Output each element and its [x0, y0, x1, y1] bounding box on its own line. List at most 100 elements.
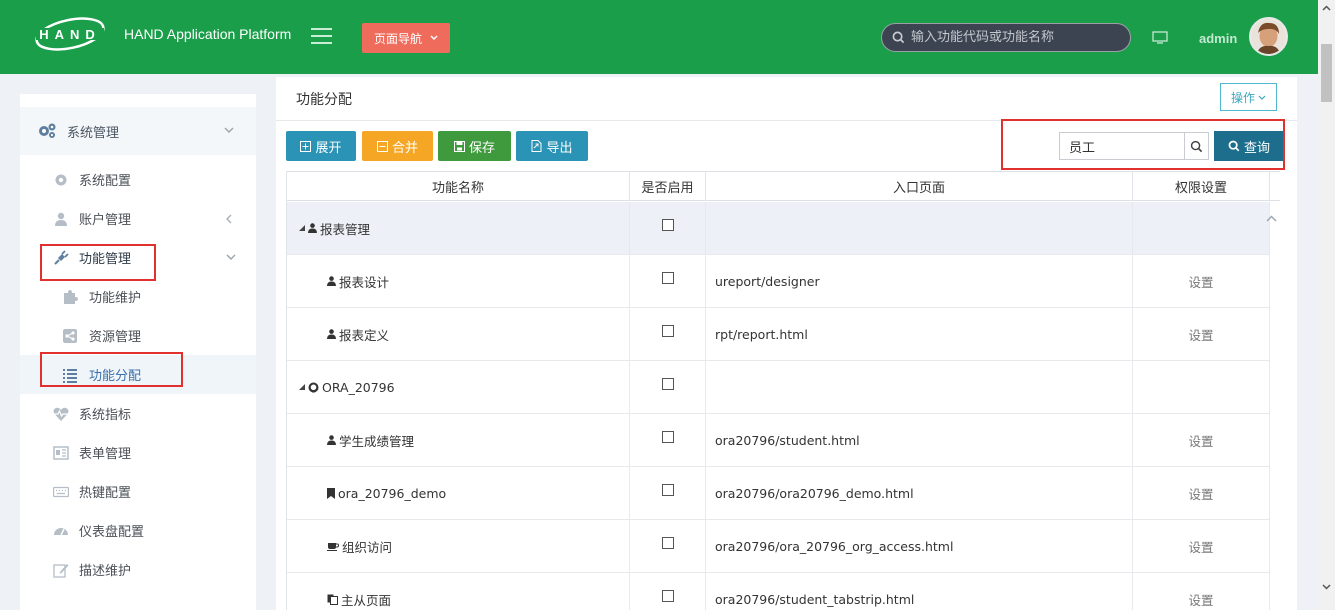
column-header-permission[interactable]: 权限设置	[1133, 172, 1270, 201]
entry-page: ora20796/ora_20796_org_access.html	[715, 538, 954, 554]
monitor-icon[interactable]	[1152, 31, 1168, 44]
scroll-up-arrow-icon[interactable]	[1266, 215, 1277, 222]
column-header-name[interactable]: 功能名称	[287, 172, 630, 201]
enabled-checkbox[interactable]	[661, 590, 674, 602]
user-icon	[327, 435, 336, 445]
cell-permission: 设置	[1133, 255, 1270, 307]
sidebar-item-account[interactable]: 账户管理	[20, 199, 256, 238]
save-button[interactable]: 保存	[438, 131, 511, 161]
cell-permission	[1133, 361, 1270, 413]
operation-label: 操作	[1230, 90, 1255, 105]
enabled-checkbox[interactable]	[661, 325, 674, 337]
cell-enabled	[630, 467, 706, 519]
dashboard-icon	[54, 527, 68, 535]
user-icon	[327, 329, 336, 339]
function-tree-grid: 功能名称 是否启用 入口页面 权限设置 报表管理 报表设计 ureport/desi…	[286, 171, 1280, 610]
highlight-box	[1001, 119, 1285, 170]
chevron-down-icon	[1258, 95, 1266, 100]
export-button[interactable]: 导出	[516, 131, 588, 161]
sidebar-item-label: 系统指标	[79, 408, 132, 423]
user-name[interactable]: admin	[1199, 31, 1237, 46]
page-scrollbar[interactable]	[1318, 0, 1335, 610]
export-file-icon	[531, 140, 542, 152]
tree-row[interactable]: ora_20796_demo ora20796/ora20796_demo.htm…	[287, 467, 1270, 520]
tree-expander-icon[interactable]	[299, 384, 305, 390]
expand-button[interactable]: 展开	[286, 131, 356, 161]
sidebar-item-function-maintenance[interactable]: 功能维护	[20, 277, 256, 316]
enabled-checkbox[interactable]	[661, 484, 674, 496]
page-nav-button[interactable]: 页面导航	[362, 23, 450, 53]
cell-function-name: ora_20796_demo	[287, 467, 630, 519]
enabled-checkbox[interactable]	[661, 537, 674, 549]
entry-page: ora20796/student.html	[715, 432, 860, 448]
tree-expander-icon[interactable]	[299, 225, 305, 231]
cell-function-name: 学生成绩管理	[287, 414, 630, 466]
cell-entry-page	[706, 202, 1133, 254]
sidebar-item-label: 热键配置	[79, 486, 132, 501]
sidebar-item-dashboard[interactable]: 仪表盘配置	[20, 511, 256, 550]
collapse-button[interactable]: 合并	[362, 131, 433, 161]
entry-page: ora20796/ora20796_demo.html	[715, 485, 914, 501]
permission-setting-link[interactable]: 设置	[1188, 325, 1213, 344]
tree-row[interactable]: 学生成绩管理 ora20796/student.html 设置	[287, 414, 1270, 467]
cell-permission	[1133, 202, 1270, 254]
sidebar-item-system-metrics[interactable]: 系统指标	[20, 394, 256, 433]
cell-enabled	[630, 520, 706, 572]
logo-text: HAND	[39, 27, 101, 42]
sidebar-item-resource[interactable]: 资源管理	[20, 316, 256, 355]
permission-setting-link[interactable]: 设置	[1188, 537, 1213, 556]
tree-row[interactable]: 报表定义 rpt/report.html 设置	[287, 308, 1270, 361]
avatar[interactable]	[1249, 17, 1288, 56]
enabled-checkbox[interactable]	[661, 272, 674, 284]
edit-icon	[53, 563, 69, 578]
function-name: 报表定义	[339, 327, 390, 343]
form-icon	[53, 445, 69, 460]
cell-permission: 设置	[1133, 308, 1270, 360]
sidebar-group-system[interactable]: 系统管理	[20, 107, 256, 155]
permission-setting-link[interactable]: 设置	[1188, 431, 1213, 450]
function-name: 学生成绩管理	[339, 433, 415, 449]
function-name: 报表设计	[339, 274, 390, 290]
sidebar-item-label: 资源管理	[89, 330, 142, 345]
tree-row[interactable]: 主从页面 ora20796/student_tabstrip.html 设置	[287, 573, 1270, 610]
sidebar-item-label: 功能维护	[89, 291, 142, 306]
permission-setting-link[interactable]: 设置	[1188, 272, 1213, 291]
sidebar-group-label: 系统管理	[67, 125, 120, 141]
function-name: 组织访问	[342, 539, 393, 555]
permission-setting-link[interactable]: 设置	[1188, 484, 1213, 503]
sidebar-item-form[interactable]: 表单管理	[20, 433, 256, 472]
column-header-enabled[interactable]: 是否启用	[630, 172, 706, 201]
hand-logo[interactable]: HAND	[28, 16, 112, 52]
column-header-page[interactable]: 入口页面	[706, 172, 1133, 201]
enabled-checkbox[interactable]	[661, 431, 674, 443]
sidebar-item-hotkey[interactable]: 热键配置	[20, 472, 256, 511]
tree-row[interactable]: 报表设计 ureport/designer 设置	[287, 255, 1270, 308]
highlight-box	[40, 244, 156, 281]
sidebar-item-description[interactable]: 描述维护	[20, 550, 256, 589]
menu-toggle-icon[interactable]	[311, 28, 332, 46]
function-search[interactable]	[881, 23, 1131, 52]
tree-row[interactable]: ORA_20796	[287, 361, 1270, 414]
function-search-input[interactable]	[911, 30, 1111, 45]
cell-entry-page: ora20796/ora_20796_org_access.html	[706, 520, 1133, 572]
sidebar-item-system-config[interactable]: 系统配置	[20, 160, 256, 199]
scroll-up-arrow-icon[interactable]	[1322, 5, 1331, 11]
cell-entry-page: rpt/report.html	[706, 308, 1133, 360]
save-label: 保存	[468, 140, 495, 156]
highlight-box	[40, 352, 183, 387]
tree-row[interactable]: 组织访问 ora20796/ora_20796_org_access.html 设置	[287, 520, 1270, 573]
cell-function-name: 报表定义	[287, 308, 630, 360]
cell-permission: 设置	[1133, 467, 1270, 519]
sidebar: 系统管理 系统配置 账户管理 功能管理 功能维护 资源管理 功能分配 系统指标 …	[20, 94, 256, 610]
enabled-checkbox[interactable]	[661, 219, 674, 231]
puzzle-icon	[64, 289, 78, 304]
enabled-checkbox[interactable]	[661, 378, 674, 390]
scroll-down-arrow-icon[interactable]	[1322, 584, 1331, 590]
scrollbar-thumb[interactable]	[1321, 44, 1332, 102]
tree-row[interactable]: 报表管理	[287, 202, 1270, 255]
gears-icon	[39, 123, 56, 138]
operation-button[interactable]: 操作	[1220, 83, 1277, 111]
function-name: 主从页面	[341, 592, 392, 608]
cell-enabled	[630, 202, 706, 254]
permission-setting-link[interactable]: 设置	[1188, 590, 1213, 609]
